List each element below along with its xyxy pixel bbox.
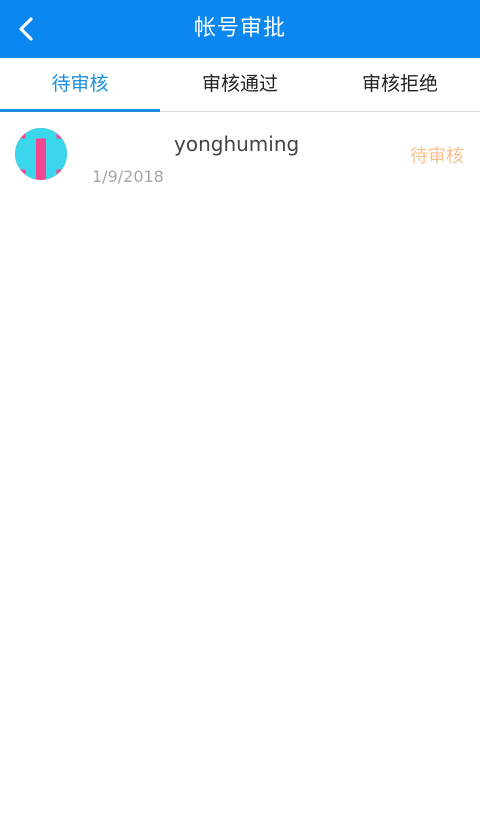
tab-approved[interactable]: 审核通过 (160, 58, 320, 111)
status-badge: 待审核 (410, 146, 464, 167)
page-title: 帐号审批 (193, 16, 286, 41)
approval-list: yonghuming 1/9/2018 待审核 (0, 112, 480, 198)
navbar: 帐号审批 (0, 0, 480, 58)
tab-bar: 待审核 审核通过 审核拒绝 (0, 58, 480, 112)
identicon-avatar (15, 128, 67, 180)
username: yonghuming (174, 132, 300, 156)
list-item[interactable]: yonghuming 1/9/2018 待审核 (0, 112, 480, 198)
tab-pending[interactable]: 待审核 (0, 58, 160, 112)
request-date: 1/9/2018 (92, 167, 164, 186)
tab-rejected[interactable]: 审核拒绝 (320, 58, 480, 111)
avatar (15, 128, 67, 180)
